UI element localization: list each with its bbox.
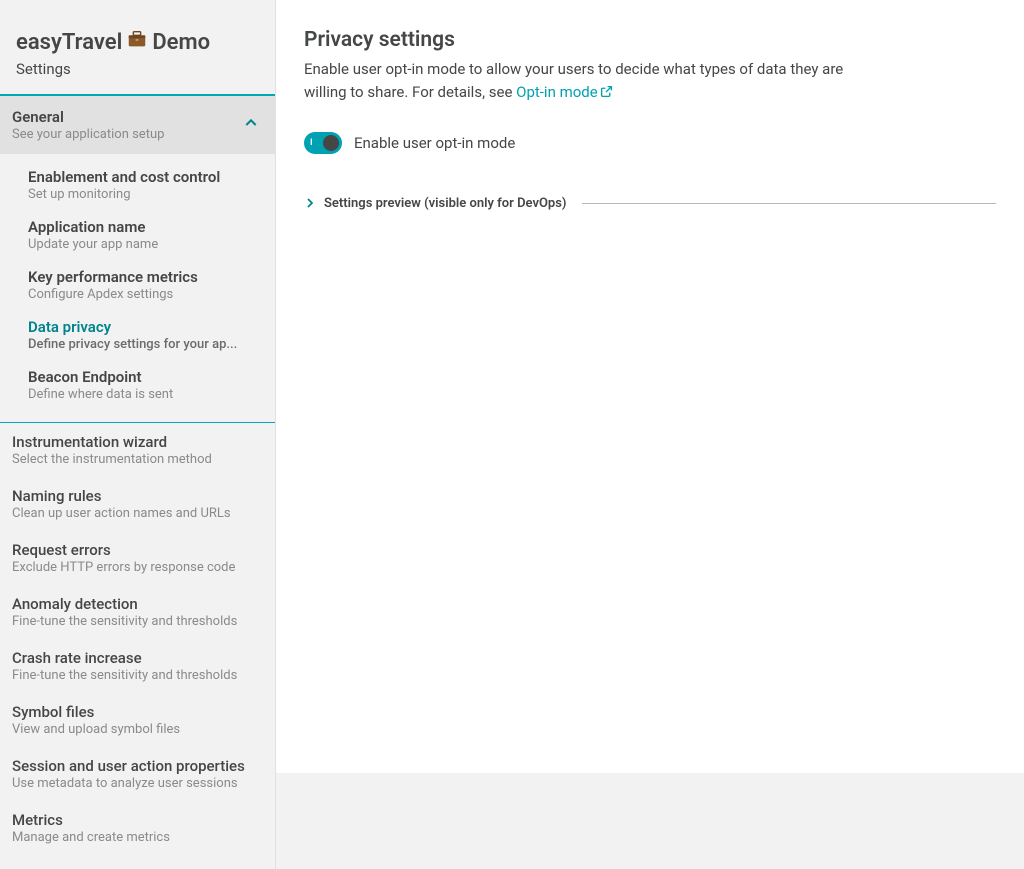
item-desc: Exclude HTTP errors by response code xyxy=(12,560,259,575)
nav-item-anomaly-detection[interactable]: Anomaly detection Fine-tune the sensitiv… xyxy=(0,585,275,639)
item-title: Crash rate increase xyxy=(12,649,259,667)
item-desc: View and upload symbol files xyxy=(12,722,259,737)
item-title: Beacon Endpoint xyxy=(28,368,259,386)
opt-in-toggle-row: I Enable user opt-in mode xyxy=(304,132,996,154)
app-title-part1: easyTravel xyxy=(16,30,122,55)
section-general-header[interactable]: General See your application setup xyxy=(0,96,275,154)
item-desc: Clean up user action names and URLs xyxy=(12,506,259,521)
page-description: Enable user opt-in mode to allow your us… xyxy=(304,58,874,104)
nav-item-crash-rate[interactable]: Crash rate increase Fine-tune the sensit… xyxy=(0,639,275,693)
nav-item-request-errors[interactable]: Request errors Exclude HTTP errors by re… xyxy=(0,531,275,585)
item-desc: Update your app name xyxy=(28,237,259,252)
nav-item-naming-rules[interactable]: Naming rules Clean up user action names … xyxy=(0,477,275,531)
item-title: Data privacy xyxy=(28,318,259,336)
subnav-item-key-performance[interactable]: Key performance metrics Configure Apdex … xyxy=(0,260,275,310)
app-title: easyTravel Demo xyxy=(16,28,259,56)
item-desc: Fine-tune the sensitivity and thresholds xyxy=(12,668,259,683)
toggle-label: Enable user opt-in mode xyxy=(354,134,515,152)
item-desc: Set up monitoring xyxy=(28,187,259,202)
item-title: Key performance metrics xyxy=(28,268,259,286)
external-link-icon xyxy=(600,82,613,105)
nav-item-session-properties[interactable]: Session and user action properties Use m… xyxy=(0,747,275,801)
settings-preview-row: Settings preview (visible only for DevOp… xyxy=(304,194,996,213)
briefcase-icon xyxy=(126,28,148,56)
section-desc: See your application setup xyxy=(12,127,164,142)
link-text: Opt-in mode xyxy=(516,83,598,101)
settings-preview-label[interactable]: Settings preview (visible only for DevOp… xyxy=(324,196,566,211)
chevron-up-icon xyxy=(243,115,259,135)
toggle-on-indicator: I xyxy=(310,138,313,148)
item-title: Request errors xyxy=(12,541,259,559)
nav-item-metrics[interactable]: Metrics Manage and create metrics xyxy=(0,801,275,855)
opt-in-toggle[interactable]: I xyxy=(304,132,342,154)
item-title: Anomaly detection xyxy=(12,595,259,613)
subnav-item-app-name[interactable]: Application name Update your app name xyxy=(0,210,275,260)
general-subnav: Enablement and cost control Set up monit… xyxy=(0,154,275,422)
item-title: Naming rules xyxy=(12,487,259,505)
subnav-item-beacon[interactable]: Beacon Endpoint Define where data is sen… xyxy=(0,360,275,410)
chevron-right-icon[interactable] xyxy=(304,194,316,213)
app-subtitle: Settings xyxy=(16,60,259,78)
item-title: Application name xyxy=(28,218,259,236)
nav-item-instrumentation-wizard[interactable]: Instrumentation wizard Select the instru… xyxy=(0,423,275,477)
item-title: Symbol files xyxy=(12,703,259,721)
sidebar: easyTravel Demo Settings General See you… xyxy=(0,0,276,869)
item-desc: Define where data is sent xyxy=(28,387,259,402)
page-title: Privacy settings xyxy=(304,28,996,52)
opt-in-mode-link[interactable]: Opt-in mode xyxy=(516,83,613,101)
toggle-knob xyxy=(323,135,339,151)
nav-item-symbol-files[interactable]: Symbol files View and upload symbol file… xyxy=(0,693,275,747)
item-desc: Select the instrumentation method xyxy=(12,452,259,467)
subnav-item-data-privacy[interactable]: Data privacy Define privacy settings for… xyxy=(0,310,275,360)
item-desc: Configure Apdex settings xyxy=(28,287,259,302)
item-desc: Manage and create metrics xyxy=(12,830,259,845)
item-title: Instrumentation wizard xyxy=(12,433,259,451)
app-title-part2: Demo xyxy=(152,30,210,55)
subnav-item-enablement[interactable]: Enablement and cost control Set up monit… xyxy=(0,160,275,210)
item-desc: Define privacy settings for your ap... xyxy=(28,337,259,352)
item-title: Enablement and cost control xyxy=(28,168,259,186)
divider-line xyxy=(582,203,996,204)
item-title: Metrics xyxy=(12,811,259,829)
main-content: Privacy settings Enable user opt-in mode… xyxy=(276,0,1024,773)
section-title: General xyxy=(12,108,164,126)
item-desc: Fine-tune the sensitivity and thresholds xyxy=(12,614,259,629)
item-title: Session and user action properties xyxy=(12,757,259,775)
item-desc: Use metadata to analyze user sessions xyxy=(12,776,259,791)
sidebar-header: easyTravel Demo Settings xyxy=(0,0,275,94)
